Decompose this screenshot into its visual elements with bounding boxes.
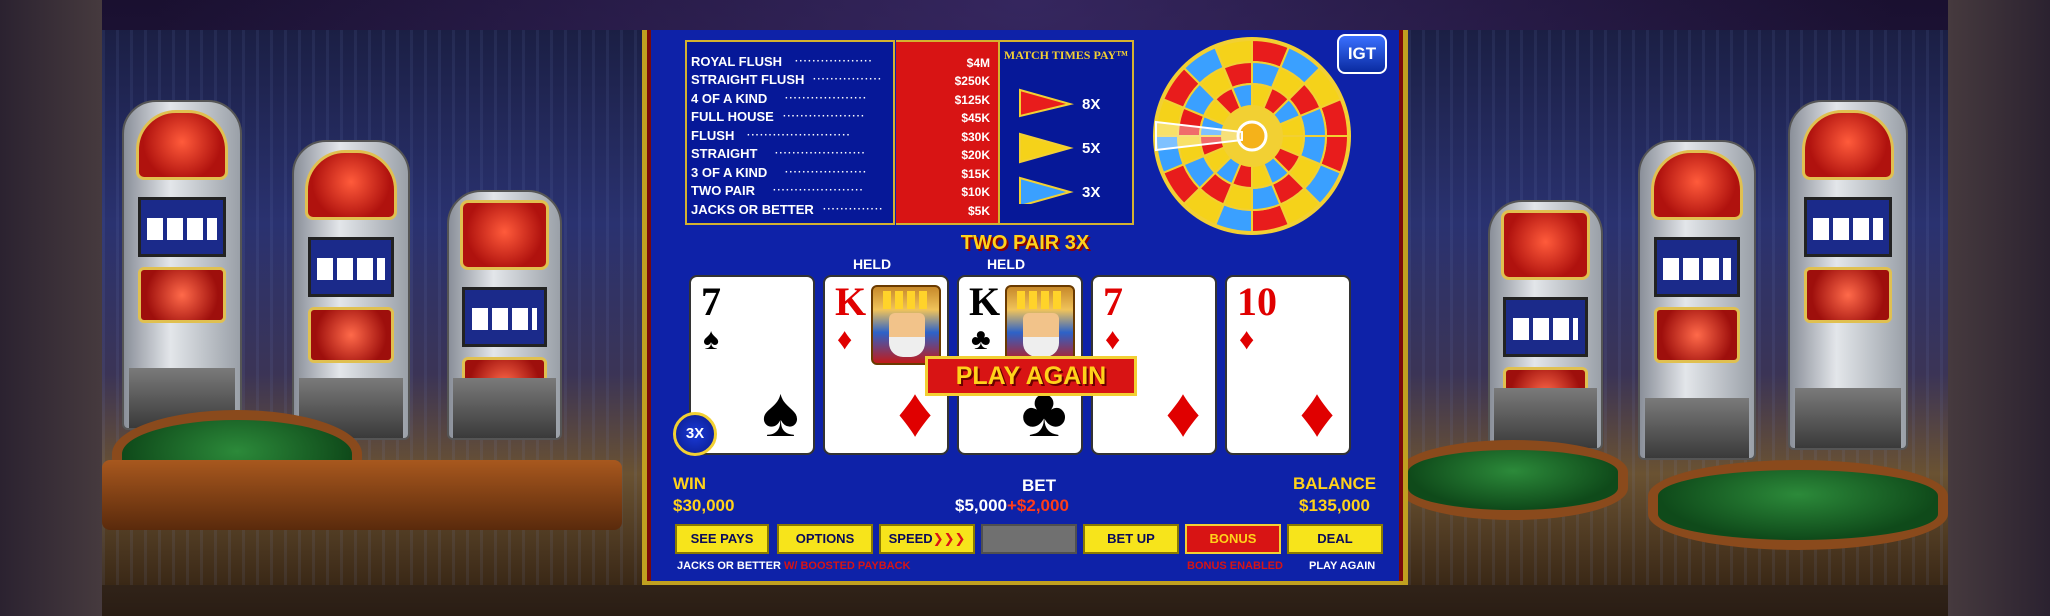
card-rank: 10 <box>1237 279 1277 324</box>
left-edge-blur <box>0 0 102 616</box>
pay-value: $5K <box>967 204 990 218</box>
see-pays-button[interactable]: SEE PAYS <box>675 524 769 554</box>
paytable-row: STRAIGHT ····················· <box>691 146 866 161</box>
card-rank: 7 <box>701 279 721 324</box>
paytable-row: FULL HOUSE ··················· <box>691 109 866 124</box>
empty-button <box>981 524 1077 554</box>
win-label: WIN <box>673 474 707 493</box>
paytable-row: ROYAL FLUSH ·················· <box>691 54 873 69</box>
table-rail <box>102 460 622 530</box>
bet-up-button[interactable]: BET UP <box>1083 524 1179 554</box>
pay-value: $20K <box>961 148 990 162</box>
king-portrait <box>871 285 941 365</box>
igt-logo: IGT <box>1337 34 1387 74</box>
card-rank: K <box>969 279 1001 324</box>
multiplier-3x: 3X <box>1082 184 1101 201</box>
paytable-row: STRAIGHT FLUSH ················ <box>691 72 883 87</box>
slot-machine <box>1638 140 1756 460</box>
deal-button[interactable]: DEAL <box>1287 524 1383 554</box>
multiplier-8x: 8X <box>1082 96 1101 113</box>
slot-machine <box>292 140 410 440</box>
paytable-row: TWO PAIR ····················· <box>691 183 864 198</box>
balance-label: BALANCE <box>1293 474 1377 493</box>
pointer-8x-icon <box>1019 88 1074 118</box>
multiplier-pointers <box>1019 88 1074 204</box>
balance-amount: $135,000 <box>1299 496 1370 515</box>
diamond-icon: ♦ <box>1165 373 1201 451</box>
spade-icon: ♠ <box>703 323 719 356</box>
paytable-row: JACKS OR BETTER ·············· <box>691 202 884 217</box>
blackjack-table <box>1408 440 1628 520</box>
held-label: HELD <box>986 256 1026 272</box>
bonus-button[interactable]: BONUS <box>1185 524 1281 554</box>
bonus-status: BONUS ENABLED <box>1187 560 1283 572</box>
play-again-banner[interactable]: PLAY AGAIN <box>925 356 1137 396</box>
game-name-footer: JACKS OR BETTER W/ BOOSTED PAYBACK <box>677 560 911 572</box>
bonus-wheel <box>1153 37 1351 235</box>
pay-value: $4M <box>966 56 990 70</box>
speed-arrows-icon: ❯❯❯ <box>932 531 966 546</box>
paytable-row: 3 OF A KIND ··················· <box>691 165 868 180</box>
pay-value: $15K <box>961 167 990 181</box>
slot-machine <box>1488 200 1603 450</box>
pay-value: $45K <box>961 111 990 125</box>
diamond-icon: ♦ <box>1239 323 1255 356</box>
card-rank: 7 <box>1103 279 1123 324</box>
match-times-pay-panel: MATCH TIMES PAY™ 8X 5X 3X <box>998 40 1134 225</box>
paytable-row: 4 OF A KIND ··················· <box>691 91 868 106</box>
speed-button[interactable]: SPEED❯❯❯ <box>879 524 975 554</box>
right-edge-blur <box>1948 0 2050 616</box>
pay-value: $30K <box>961 130 990 144</box>
card-rank: K <box>835 279 867 324</box>
pay-value: $10K <box>961 185 990 199</box>
multiplier-badge: 3X <box>673 412 717 456</box>
win-amount: $30,000 <box>673 496 735 515</box>
pay-value: $250K <box>954 74 990 88</box>
paytable-row: FLUSH ························ <box>691 128 851 143</box>
hand-result-text: TWO PAIR 3X <box>960 232 1090 254</box>
bet-extra: +$2,000 <box>1007 496 1069 515</box>
pay-values-column: $4M $250K $125K $45K $30K $20K $15K $10K… <box>896 40 998 225</box>
bet-amount: $5,000+$2,000 <box>955 496 1069 515</box>
slot-machine <box>447 190 562 440</box>
multiplier-5x: 5X <box>1082 140 1101 157</box>
diamond-icon: ♦ <box>1299 373 1335 451</box>
card-5[interactable]: 10 ♦ ♦ <box>1225 275 1351 455</box>
video-poker-panel: ROYAL FLUSH ·················· STRAIGHT F… <box>642 30 1408 585</box>
spade-icon: ♠ <box>761 373 799 451</box>
casino-scene-left <box>102 30 642 585</box>
blackjack-table <box>1648 460 1948 550</box>
bet-label: BET <box>1022 476 1056 495</box>
held-label: HELD <box>852 256 892 272</box>
deal-hint: PLAY AGAIN <box>1309 560 1376 572</box>
diamond-icon: ♦ <box>837 323 853 356</box>
king-portrait <box>1005 285 1075 365</box>
options-button[interactable]: OPTIONS <box>777 524 873 554</box>
slot-machine <box>122 100 242 430</box>
pay-table: ROYAL FLUSH ·················· STRAIGHT F… <box>685 40 895 225</box>
pointer-5x-icon <box>1019 132 1074 164</box>
slot-machine <box>1788 100 1908 450</box>
pay-value: $125K <box>954 93 990 107</box>
club-icon: ♣ <box>971 323 991 356</box>
diamond-icon: ♦ <box>1105 323 1121 356</box>
pointer-3x-icon <box>1019 176 1074 204</box>
match-title: MATCH TIMES PAY™ <box>1003 48 1129 62</box>
casino-scene-right <box>1408 30 1948 585</box>
